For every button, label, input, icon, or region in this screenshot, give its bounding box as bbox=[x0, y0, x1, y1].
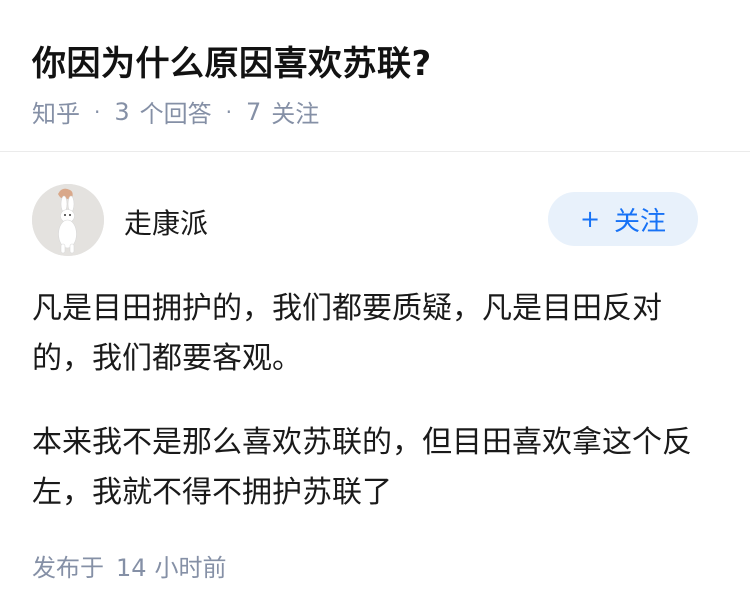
posted-number: 14 bbox=[116, 554, 147, 582]
answer-paragraph: 本来我不是那么喜欢苏联的，但目田喜欢拿这个反左，我就不得不拥护苏联了 bbox=[32, 425, 692, 510]
answer-paragraph: 凡是目田拥护的，我们都要质疑，凡是目田反对的，我们都要客观。 bbox=[32, 291, 662, 376]
separator-dot: · bbox=[94, 99, 101, 124]
source-label[interactable]: 知乎 bbox=[32, 94, 80, 129]
question-title[interactable]: 你因为什么原因喜欢苏联? bbox=[32, 36, 432, 85]
author-name[interactable]: 走康派 bbox=[124, 202, 208, 242]
author-avatar[interactable] bbox=[32, 184, 104, 256]
follow-button[interactable]: + 关注 bbox=[548, 192, 698, 246]
answer-count: 3 bbox=[114, 97, 130, 126]
answer-content: 凡是目田拥护的，我们都要质疑，凡是目田反对的，我们都要客观。 本来我不是那么喜欢… bbox=[32, 284, 712, 552]
posted-time: 发布于 14 小时前 bbox=[32, 548, 227, 583]
follow-button-label: 关注 bbox=[614, 206, 667, 237]
plus-icon: + bbox=[579, 205, 601, 233]
answer-count-label: 个回答 bbox=[139, 100, 212, 128]
rabbit-avatar-icon bbox=[32, 184, 104, 256]
posted-suffix: 小时前 bbox=[154, 554, 227, 582]
follower-count-label: 关注 bbox=[271, 100, 320, 128]
question-meta: 知乎 · 3 个回答 · 7 关注 bbox=[32, 94, 319, 129]
divider bbox=[0, 151, 750, 152]
posted-prefix: 发布于 bbox=[32, 554, 104, 582]
separator-dot: · bbox=[225, 99, 232, 124]
follower-count: 7 bbox=[246, 97, 262, 126]
